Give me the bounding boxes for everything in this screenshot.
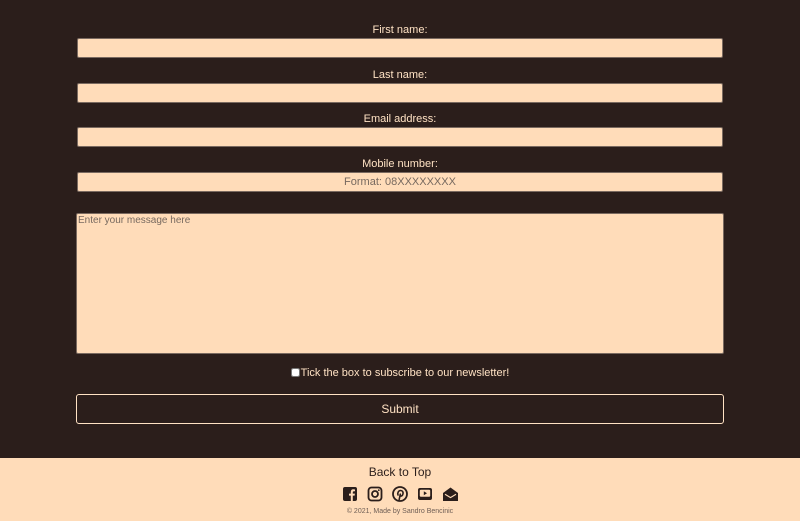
first-name-label: First name: xyxy=(372,24,428,36)
mobile-label: Mobile number: xyxy=(362,158,438,170)
instagram-icon[interactable] xyxy=(367,486,384,502)
back-to-top-link[interactable]: Back to Top xyxy=(0,465,800,479)
youtube-icon[interactable] xyxy=(417,486,434,502)
copyright-text: © 2021, Made by Sandro Bencinic xyxy=(346,508,454,515)
email-label: Email address: xyxy=(363,113,437,125)
message-textarea[interactable] xyxy=(76,213,724,354)
submit-button[interactable]: Submit xyxy=(76,394,724,424)
last-name-input[interactable] xyxy=(77,83,723,103)
email-icon[interactable] xyxy=(442,486,459,502)
email-input[interactable] xyxy=(77,127,723,147)
newsletter-label: Tick the box to subscribe to our newslet… xyxy=(300,367,510,379)
mobile-input[interactable] xyxy=(77,172,723,192)
pinterest-icon[interactable] xyxy=(392,486,409,502)
facebook-icon[interactable] xyxy=(342,486,359,502)
newsletter-checkbox[interactable] xyxy=(290,368,300,377)
contact-form: First name: Last name: Email address: Mo… xyxy=(0,0,800,458)
footer: Back to Top © 2021, Made by Sandro Benci… xyxy=(0,458,800,521)
newsletter-row: Tick the box to subscribe to our newslet… xyxy=(0,367,800,379)
last-name-label: Last name: xyxy=(372,69,428,81)
social-links xyxy=(342,486,459,502)
first-name-input[interactable] xyxy=(77,38,723,58)
